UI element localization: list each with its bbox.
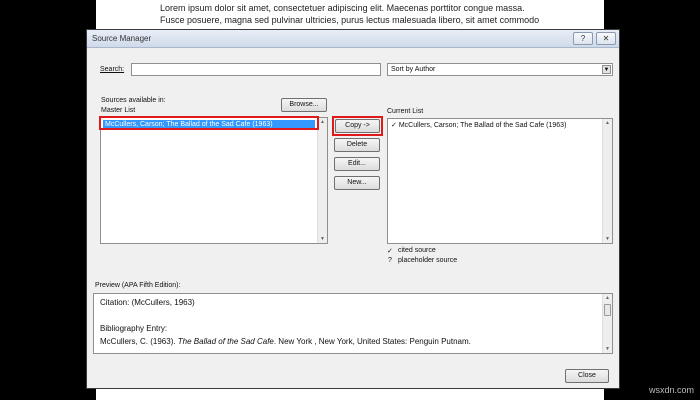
help-button[interactable]: ? — [573, 32, 593, 45]
search-input[interactable] — [131, 63, 381, 76]
current-list[interactable]: ✓ McCullers, Carson; The Ballad of the S… — [387, 118, 613, 244]
edit-button[interactable]: Edit... — [334, 157, 380, 171]
dialog-title: Source Manager — [92, 34, 152, 43]
master-list-label: Master List — [101, 107, 136, 114]
sources-label: Sources available in: — [101, 97, 166, 104]
placeholder-legend-label: placeholder source — [398, 257, 458, 264]
entry-title: The Ballad of the Sad Cafe — [177, 337, 274, 346]
current-list-label: Current List — [387, 108, 424, 115]
preview-citation: Citation: (McCullers, 1963) — [100, 298, 195, 307]
master-item-highlight — [99, 116, 319, 130]
dialog-close-icon[interactable]: ✕ — [596, 32, 616, 45]
scroll-up-icon[interactable]: ▲ — [320, 119, 325, 125]
cited-legend-label: cited source — [398, 247, 436, 254]
new-button[interactable]: New... — [334, 176, 380, 190]
scroll-down-icon[interactable]: ▼ — [605, 236, 610, 242]
delete-button[interactable]: Delete — [334, 138, 380, 152]
dialog-titlebar: Source Manager ? ✕ — [87, 30, 619, 48]
preview-box: Citation: (McCullers, 1963) Bibliography… — [93, 293, 613, 354]
cited-legend-icon: ✓ — [387, 248, 393, 255]
close-button[interactable]: Close — [565, 369, 609, 383]
chevron-down-icon[interactable]: ▼ — [602, 65, 611, 74]
scroll-up-icon[interactable]: ▲ — [605, 295, 610, 301]
preview-bibliography-entry: McCullers, C. (1963). The Ballad of the … — [100, 337, 471, 346]
scroll-up-icon[interactable]: ▲ — [605, 120, 610, 126]
current-list-item[interactable]: ✓ McCullers, Carson; The Ballad of the S… — [391, 121, 566, 129]
entry-author: McCullers, C. (1963). — [100, 337, 178, 346]
search-label: Search: — [100, 66, 125, 73]
scroll-thumb[interactable] — [604, 304, 611, 316]
check-icon: ✓ — [391, 122, 397, 129]
master-list[interactable]: McCullers, Carson; The Ballad of the Sad… — [100, 117, 328, 244]
preview-bibliography-label: Bibliography Entry: — [100, 324, 168, 333]
source-manager-dialog: Source Manager ? ✕ Search: Sort by Autho… — [86, 29, 620, 389]
scroll-down-icon[interactable]: ▼ — [320, 236, 325, 242]
document-text-line-2: Fusce posuere, magna sed pulvinar ultric… — [160, 15, 540, 25]
current-list-scrollbar[interactable]: ▲ ▼ — [602, 119, 612, 243]
preview-label: Preview (APA Fifth Edition): — [95, 282, 181, 289]
copy-button-highlight — [332, 116, 383, 136]
preview-scrollbar[interactable]: ▲ ▼ — [602, 294, 612, 353]
watermark: wsxdn.com — [648, 385, 694, 395]
browse-button[interactable]: Browse... — [281, 98, 327, 112]
document-text-line-1: Lorem ipsum dolor sit amet, consectetuer… — [160, 3, 525, 13]
entry-publisher: . New York , New York, United States: Pe… — [273, 337, 471, 346]
master-list-scrollbar[interactable]: ▲ ▼ — [317, 118, 327, 243]
sort-select[interactable]: Sort by Author ▼ — [387, 63, 613, 76]
sort-select-value: Sort by Author — [391, 66, 436, 73]
current-list-item-label: McCullers, Carson; The Ballad of the Sad… — [398, 122, 567, 129]
scroll-down-icon[interactable]: ▼ — [605, 346, 610, 352]
placeholder-legend-icon: ? — [388, 257, 392, 264]
